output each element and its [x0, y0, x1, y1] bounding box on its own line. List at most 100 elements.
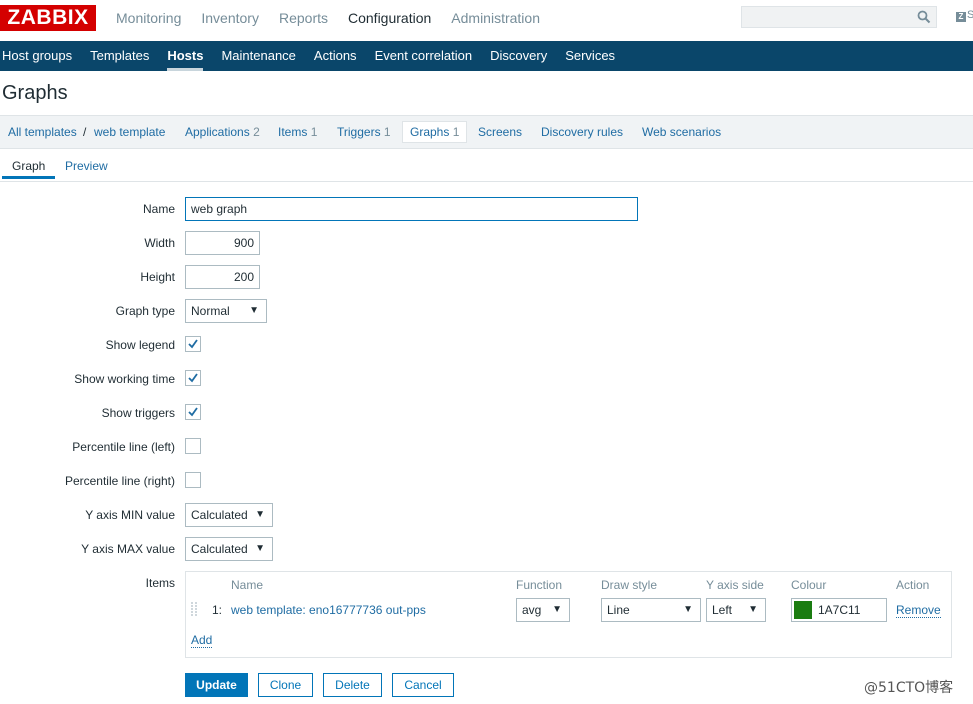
add-item-link[interactable]: Add — [191, 633, 213, 648]
items-label: Items — [145, 576, 175, 590]
breadcrumb-items[interactable]: Items 1 — [278, 125, 317, 139]
tab-active-indicator — [2, 176, 55, 179]
submenu-templates[interactable]: Templates — [81, 41, 158, 71]
breadcrumb-web-scenarios[interactable]: Web scenarios — [642, 125, 721, 139]
menu-inventory[interactable]: Inventory — [191, 0, 269, 36]
item-function-value: avg — [522, 603, 542, 617]
submenu-hosts[interactable]: Hosts — [158, 41, 212, 71]
delete-button[interactable]: Delete — [323, 673, 382, 697]
graph-type-select[interactable]: Normal ▼ — [185, 299, 267, 323]
menu-reports[interactable]: Reports — [269, 0, 338, 36]
y-min-select[interactable]: Calculated ▼ — [185, 503, 273, 527]
col-colour-header: Colour — [791, 578, 827, 592]
share-link[interactable]: S — [967, 9, 973, 21]
y-max-value: Calculated — [191, 542, 248, 556]
item-y-axis-side-value: Left — [712, 603, 733, 617]
breadcrumb-all-templates[interactable]: All templates — [8, 125, 77, 139]
graphs-count: 1 — [452, 125, 460, 139]
y-max-label: Y axis MAX value — [81, 542, 175, 556]
colour-swatch[interactable] — [794, 601, 812, 619]
width-label: Width — [144, 236, 175, 250]
share-icon[interactable]: Z — [956, 12, 966, 22]
name-label: Name — [142, 202, 175, 216]
search-input[interactable] — [741, 6, 937, 28]
dropdown-arrow-icon: ▼ — [249, 305, 259, 316]
col-name-header: Name — [231, 578, 264, 592]
height-label: Height — [140, 270, 175, 284]
breadcrumb: All templates / web template Application… — [0, 115, 973, 149]
triggers-count: 1 — [383, 125, 391, 139]
menu-configuration[interactable]: Configuration — [338, 0, 441, 36]
tab-preview[interactable]: Preview — [65, 159, 108, 173]
graph-type-value: Normal — [191, 304, 230, 318]
y-min-label: Y axis MIN value — [85, 508, 175, 522]
breadcrumb-screens[interactable]: Screens — [478, 125, 522, 139]
col-y-axis-side-header: Y axis side — [706, 578, 764, 592]
breadcrumb-separator: / — [83, 125, 87, 139]
item-row-index: 1: — [212, 603, 223, 617]
breadcrumb-triggers[interactable]: Triggers 1 — [337, 125, 391, 139]
dropdown-arrow-icon: ▼ — [255, 509, 265, 520]
percentile-right-checkbox[interactable] — [185, 472, 201, 488]
dropdown-arrow-icon: ▼ — [683, 604, 693, 615]
show-triggers-label: Show triggers — [101, 406, 175, 420]
cancel-button[interactable]: Cancel — [392, 673, 454, 697]
item-row-name-link[interactable]: web template: eno16777736 out-pps — [231, 603, 426, 617]
submenu-event-correlation[interactable]: Event correlation — [366, 41, 482, 71]
watermark: @51CTO博客 — [864, 680, 954, 696]
show-triggers-checkbox[interactable] — [185, 404, 201, 420]
item-function-select[interactable]: avg ▼ — [516, 598, 570, 622]
col-draw-style-header: Draw style — [601, 578, 658, 592]
height-input[interactable]: 200 — [185, 265, 260, 289]
checkmark-icon — [188, 407, 198, 417]
width-input[interactable]: 900 — [185, 231, 260, 255]
top-bar: ZABBIX Monitoring Inventory Reports Conf… — [0, 0, 973, 41]
submenu-maintenance[interactable]: Maintenance — [212, 41, 304, 71]
y-max-select[interactable]: Calculated ▼ — [185, 537, 273, 561]
breadcrumb-graphs[interactable]: Graphs 1 — [402, 121, 468, 143]
menu-monitoring[interactable]: Monitoring — [106, 0, 191, 36]
item-colour-input[interactable]: 1A7C11 — [791, 598, 887, 622]
dropdown-arrow-icon: ▼ — [748, 604, 758, 615]
menu-administration[interactable]: Administration — [441, 0, 550, 36]
item-remove-link[interactable]: Remove — [896, 603, 941, 618]
item-colour-value: 1A7C11 — [818, 603, 861, 617]
col-action-header: Action — [896, 578, 930, 592]
checkmark-icon — [188, 339, 198, 349]
items-count: 1 — [310, 125, 318, 139]
search-icon[interactable] — [917, 10, 931, 24]
main-menu: Monitoring Inventory Reports Configurati… — [106, 0, 550, 36]
items-label: Items — [278, 125, 308, 139]
show-legend-checkbox[interactable] — [185, 336, 201, 352]
percentile-left-label: Percentile line (left) — [72, 440, 175, 454]
clone-button[interactable]: Clone — [258, 673, 313, 697]
update-button[interactable]: Update — [185, 673, 248, 697]
page-title: Graphs — [2, 82, 68, 104]
submenu-services[interactable]: Services — [556, 41, 624, 71]
breadcrumb-discovery-rules[interactable]: Discovery rules — [541, 125, 623, 139]
percentile-left-checkbox[interactable] — [185, 438, 201, 454]
item-y-axis-side-select[interactable]: Left ▼ — [706, 598, 766, 622]
dropdown-arrow-icon: ▼ — [255, 543, 265, 554]
items-table: Name Function Draw style Y axis side Col… — [185, 571, 952, 658]
percentile-right-label: Percentile line (right) — [64, 474, 175, 488]
y-min-value: Calculated — [191, 508, 248, 522]
tab-graph[interactable]: Graph — [12, 159, 45, 173]
breadcrumb-applications[interactable]: Applications 2 — [185, 125, 260, 139]
name-input[interactable]: web graph — [185, 197, 638, 221]
col-function-header: Function — [516, 578, 563, 592]
dropdown-arrow-icon: ▼ — [552, 604, 562, 615]
graph-type-label: Graph type — [115, 304, 175, 318]
submenu-host-groups[interactable]: Host groups — [0, 41, 81, 71]
show-working-time-checkbox[interactable] — [185, 370, 201, 386]
breadcrumb-template[interactable]: web template — [94, 125, 165, 139]
graph-form: Name web graph Width 900 Height 200 Grap… — [0, 182, 973, 704]
triggers-label: Triggers — [337, 125, 381, 139]
show-legend-label: Show legend — [105, 338, 175, 352]
zabbix-logo[interactable]: ZABBIX — [0, 5, 96, 31]
submenu-actions[interactable]: Actions — [305, 41, 366, 71]
applications-count: 2 — [253, 125, 260, 139]
submenu-discovery[interactable]: Discovery — [481, 41, 556, 71]
drag-handle-icon[interactable] — [191, 602, 197, 618]
item-draw-style-select[interactable]: Line ▼ — [601, 598, 701, 622]
